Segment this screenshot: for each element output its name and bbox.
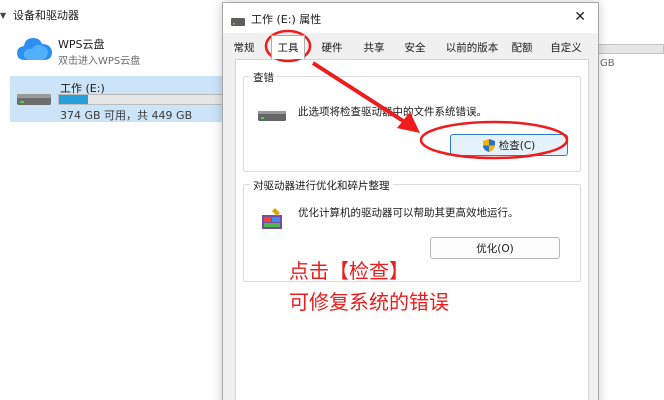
optimize-group: 对驱动器进行优化和碎片整理 优化计算机的驱动器可以帮助其更高效地运行。 优化(O…	[243, 178, 581, 282]
section-header[interactable]: ▼ 设备和驱动器	[0, 7, 79, 23]
shield-icon	[482, 138, 495, 152]
optimize-button[interactable]: 优化(O)	[430, 237, 560, 259]
properties-dialog: 工作 (E:) 属性 ✕ 常规 工具 硬件 共享 安全 以前的版本 配额 自定义…	[222, 2, 599, 400]
other-drive-size-fragment: GB	[600, 58, 615, 69]
close-icon[interactable]: ✕	[574, 9, 586, 25]
dialog-title: 工作 (E:) 属性	[251, 13, 322, 26]
dialog-tabs: 常规 工具 硬件 共享 安全 以前的版本 配额 自定义	[229, 35, 591, 59]
tools-panel: 查错 此选项将检查驱动器中的文件系统错误。 检查(C) 对驱动器进行优化和碎片整…	[235, 59, 589, 400]
wps-subtitle: 双击进入WPS云盘	[58, 56, 141, 67]
tab-quota[interactable]: 配额	[507, 37, 537, 59]
error-check-title: 查错	[250, 70, 277, 85]
section-title: 设备和驱动器	[13, 9, 79, 22]
tab-previous-versions[interactable]: 以前的版本	[441, 37, 503, 59]
other-drive-usage-bar	[598, 44, 664, 54]
wps-cloud-item[interactable]: WPS云盘 双击进入WPS云盘	[12, 34, 222, 70]
drive-usage-fill	[59, 95, 88, 104]
check-button[interactable]: 检查(C)	[450, 134, 568, 156]
drive-usage-bar	[58, 94, 228, 105]
tab-hardware[interactable]: 硬件	[317, 37, 347, 59]
chevron-down-icon[interactable]: ▼	[0, 11, 10, 20]
drive-icon	[16, 91, 52, 111]
wps-name: WPS云盘	[58, 38, 105, 51]
drive-size: 374 GB 可用，共 449 GB	[60, 109, 193, 122]
drive-item-e[interactable]: 工作 (E:) 374 GB 可用，共 449 GB	[10, 76, 228, 122]
cloud-icon	[16, 34, 54, 66]
defrag-icon	[260, 207, 284, 235]
tab-general[interactable]: 常规	[229, 37, 259, 59]
optimize-description: 优化计算机的驱动器可以帮助其更高效地运行。	[298, 207, 519, 219]
drive-icon	[231, 12, 245, 31]
tab-customize[interactable]: 自定义	[545, 37, 587, 59]
tab-security[interactable]: 安全	[400, 37, 430, 59]
drive-icon	[258, 107, 286, 126]
tab-sharing[interactable]: 共享	[359, 37, 389, 59]
error-check-description: 此选项将检查驱动器中的文件系统错误。	[298, 106, 487, 118]
optimize-title: 对驱动器进行优化和碎片整理	[250, 178, 393, 193]
check-button-label: 检查(C)	[498, 139, 536, 152]
dialog-titlebar[interactable]: 工作 (E:) 属性 ✕	[223, 3, 598, 33]
tab-tools[interactable]: 工具	[271, 35, 305, 59]
error-check-group: 查错 此选项将检查驱动器中的文件系统错误。 检查(C)	[243, 70, 581, 172]
